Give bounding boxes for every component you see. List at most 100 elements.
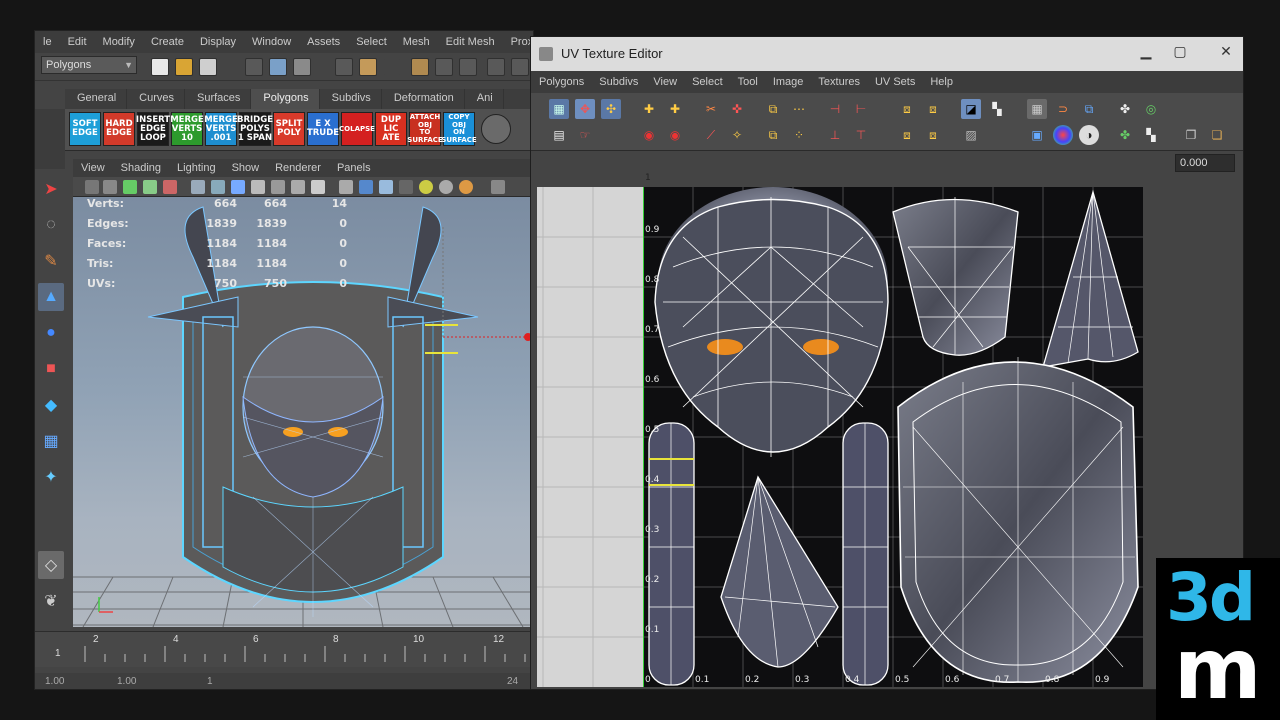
- snap-left-icon[interactable]: ⊣: [825, 99, 845, 119]
- menu-create[interactable]: Create: [143, 36, 192, 48]
- vp-menu-show[interactable]: Show: [224, 162, 268, 174]
- uv-menu-textures[interactable]: Textures: [810, 76, 867, 88]
- menu-mesh[interactable]: Mesh: [395, 36, 438, 48]
- select-shell-icon[interactable]: ⧈: [897, 99, 917, 119]
- xray-icon[interactable]: [359, 180, 373, 194]
- uv-smudge-icon[interactable]: ☞: [575, 125, 595, 145]
- tab-general[interactable]: General: [65, 89, 128, 109]
- uv-menu-tool[interactable]: Tool: [730, 76, 765, 88]
- split-poly-button[interactable]: SPLIT POLY: [273, 112, 305, 146]
- image-plane-icon[interactable]: [143, 180, 157, 194]
- copy-uv-icon[interactable]: ❐: [1181, 125, 1201, 145]
- grid-display-icon[interactable]: ▦: [1027, 99, 1047, 119]
- uv-shell-horn[interactable]: [1042, 189, 1139, 368]
- shadows-icon[interactable]: [291, 180, 305, 194]
- manipulator-icon[interactable]: ◆: [38, 391, 64, 419]
- psd-network-icon[interactable]: ▚: [1141, 125, 1161, 145]
- copy-obj-button[interactable]: COPY OBJ ON SURFACE: [441, 112, 477, 146]
- uv-grid-icon[interactable]: ▦: [549, 99, 569, 119]
- uv-title-bar[interactable]: UV Texture Editor ▁ ▢ ✕: [531, 37, 1243, 71]
- save-scene-icon[interactable]: [199, 58, 217, 76]
- split-uv-icon[interactable]: ✜: [727, 99, 747, 119]
- unfold-icon[interactable]: ⧉: [763, 125, 783, 145]
- perspective-viewport[interactable]: Verts: 664 664 14 Edges: 1839 1839 0 Fac…: [73, 197, 533, 627]
- close-icon[interactable]: ✕: [1211, 41, 1241, 61]
- attach-obj-button[interactable]: ATTACH OBJ TO SURFACE: [407, 112, 443, 146]
- alpha-channel-icon[interactable]: ◑: [1079, 125, 1099, 145]
- bridge-polys-button[interactable]: BRIDGE POLYS 1 SPAN: [237, 112, 273, 146]
- wireframe-icon[interactable]: [191, 180, 205, 194]
- text-icon[interactable]: [311, 180, 325, 194]
- uv-lattice-icon[interactable]: ▤: [549, 125, 569, 145]
- move-sew-icon[interactable]: ✧: [727, 125, 747, 145]
- bookmark-icon[interactable]: [123, 180, 137, 194]
- maximize-icon[interactable]: ▢: [1165, 41, 1195, 61]
- uv-menu-polygons[interactable]: Polygons: [531, 76, 591, 88]
- uv-snapshot-icon[interactable]: ✤: [1115, 99, 1135, 119]
- cut-uv-icon[interactable]: ✂: [701, 99, 721, 119]
- snap-grid-icon[interactable]: [359, 58, 377, 76]
- menu-window[interactable]: Window: [244, 36, 299, 48]
- uv-menu-subdivs[interactable]: Subdivs: [591, 76, 645, 88]
- new-scene-icon[interactable]: [151, 58, 169, 76]
- display-image-icon[interactable]: ◪: [961, 99, 981, 119]
- extrude-button[interactable]: E X TRUDE: [307, 112, 339, 146]
- uv-shell-spike[interactable]: [720, 475, 839, 668]
- uv-move-icon[interactable]: ✣: [601, 99, 621, 119]
- vp-menu-shading[interactable]: Shading: [113, 162, 169, 174]
- gold-sphere-icon[interactable]: [459, 180, 473, 194]
- select-component-icon[interactable]: [293, 58, 311, 76]
- vp-menu-lighting[interactable]: Lighting: [169, 162, 224, 174]
- merge-verts-001-button[interactable]: MERGE VERTS .001: [204, 112, 238, 146]
- smooth-shade-icon[interactable]: [211, 180, 225, 194]
- ipr-icon[interactable]: [511, 58, 529, 76]
- uv-menu-image[interactable]: Image: [765, 76, 811, 88]
- uv-menu-help[interactable]: Help: [922, 76, 960, 88]
- align-uv-icon[interactable]: ⋯: [789, 99, 809, 119]
- layout-uv-icon[interactable]: ⧉: [763, 99, 783, 119]
- select-border-icon[interactable]: ⧈: [923, 99, 943, 119]
- render-icon[interactable]: [487, 58, 505, 76]
- gray-sphere-icon[interactable]: [439, 180, 453, 194]
- range-end-field[interactable]: 24: [507, 676, 518, 687]
- lasso-icon[interactable]: ◌: [38, 211, 64, 239]
- resolution-gate-icon[interactable]: [491, 180, 505, 194]
- mode-selector[interactable]: Polygons ▼: [41, 56, 137, 74]
- menu-modify[interactable]: Modify: [95, 36, 143, 48]
- duplicate-button[interactable]: DUP LIC ATE: [375, 112, 407, 146]
- shell-shrink-icon[interactable]: ⧈: [923, 125, 943, 145]
- update-psd-icon[interactable]: ✤: [1115, 125, 1135, 145]
- select-arrow-icon[interactable]: ➤: [38, 175, 64, 203]
- rotate-ccw-icon[interactable]: ◉: [639, 125, 659, 145]
- soft-edge-button[interactable]: SOFT EDGE: [69, 112, 101, 146]
- vp-menu-view[interactable]: View: [73, 162, 113, 174]
- outliner-icon[interactable]: ❦: [38, 587, 64, 615]
- camera-attr-icon[interactable]: [103, 180, 117, 194]
- soft-mod-icon[interactable]: ▦: [38, 427, 64, 455]
- wood-texture-icon[interactable]: [481, 114, 511, 144]
- uv-menu-view[interactable]: View: [645, 76, 684, 88]
- uv-menu-select[interactable]: Select: [684, 76, 730, 88]
- uv-shell-head[interactable]: [654, 187, 889, 457]
- menu-display[interactable]: Display: [192, 36, 244, 48]
- vp-menu-renderer[interactable]: Renderer: [267, 162, 329, 174]
- range-inner-start-field[interactable]: 1.00: [117, 676, 136, 687]
- uv-shell-column-left[interactable]: [648, 422, 695, 686]
- tab-polygons[interactable]: Polygons: [251, 89, 320, 109]
- input-ops-icon[interactable]: [459, 58, 477, 76]
- snap-bottom-icon[interactable]: ⊤: [851, 125, 871, 145]
- snap-top-icon[interactable]: ⊥: [825, 125, 845, 145]
- menu-assets[interactable]: Assets: [299, 36, 348, 48]
- tab-subdivs[interactable]: Subdivs: [320, 89, 382, 109]
- relax-icon[interactable]: ⁘: [789, 125, 809, 145]
- snap-point-icon[interactable]: [383, 58, 401, 76]
- snap-curve-icon[interactable]: [411, 58, 429, 76]
- camera-icon[interactable]: [85, 180, 99, 194]
- tab-curves[interactable]: Curves: [127, 89, 185, 109]
- lights-icon[interactable]: [271, 180, 285, 194]
- tab-surfaces[interactable]: Surfaces: [185, 89, 252, 109]
- range-start-field[interactable]: 1.00: [45, 676, 64, 687]
- menu-file[interactable]: le: [35, 36, 60, 48]
- toggle-filter-icon[interactable]: ▣: [1027, 125, 1047, 145]
- flip-v-icon[interactable]: ✚: [665, 99, 685, 119]
